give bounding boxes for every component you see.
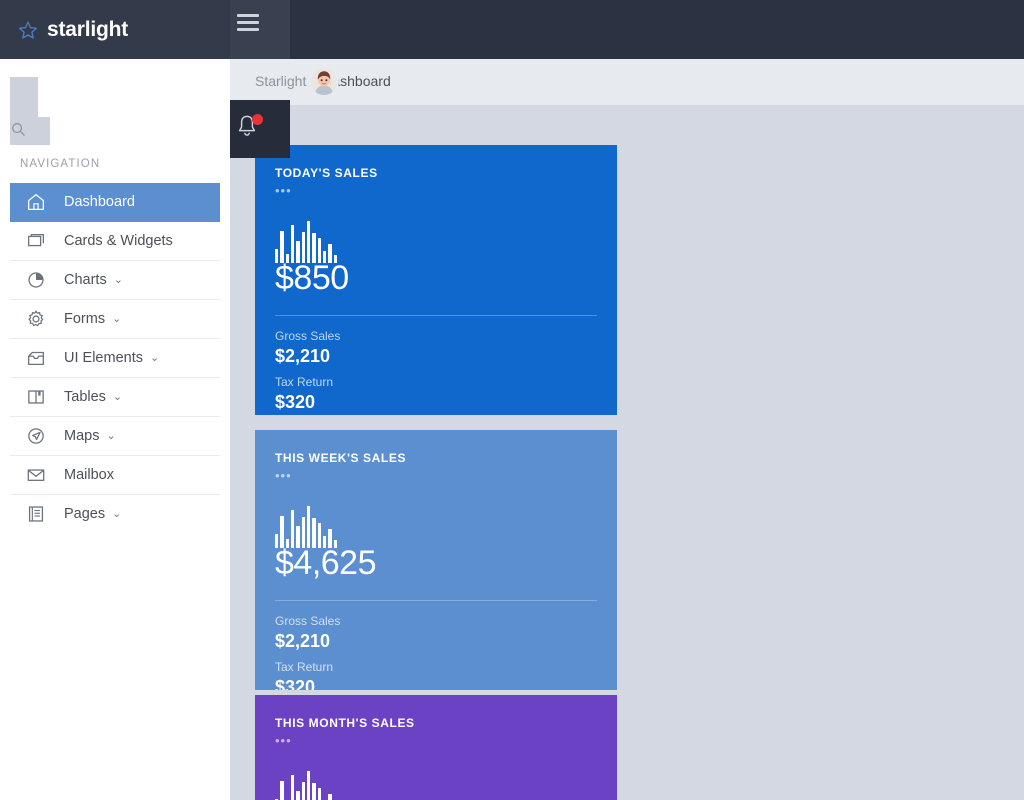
cards-icon [28, 233, 44, 247]
sidebar-item-label: Pages [64, 505, 106, 522]
content-header: Starlight / Dashboard [230, 59, 1024, 105]
hamburger-bar [237, 13, 259, 17]
sidebar-item-ui-elements[interactable]: UI Elements ⌄ [10, 339, 220, 378]
card-menu-icon[interactable]: ••• [275, 184, 597, 197]
card-title: THIS MONTH'S SALES [275, 716, 415, 730]
chevron-down-icon: ⌄ [112, 390, 123, 403]
nav-section-heading: NAVIGATION [20, 158, 101, 170]
sidebar-item-forms[interactable]: Forms ⌄ [10, 300, 220, 339]
sidebar: NAVIGATION Dashboard Cards & Widgets Cha… [0, 59, 230, 800]
top-bar: starlight [0, 0, 1024, 59]
sparkline-chart [275, 504, 337, 548]
hamburger-icon[interactable] [231, 7, 265, 37]
card-menu-icon[interactable]: ••• [275, 469, 597, 482]
chevron-down-icon: ⌄ [113, 273, 123, 286]
notification-badge [252, 114, 263, 125]
sidebar-item-label: Cards & Widgets [64, 232, 173, 249]
chevron-down-icon: ⌄ [149, 351, 160, 364]
card-divider [275, 314, 597, 316]
breadcrumb-root[interactable]: Starlight [255, 73, 306, 89]
sidebar-item-mailbox[interactable]: Mailbox [10, 456, 220, 495]
envelope-icon [27, 469, 45, 481]
search-box-upper [10, 77, 38, 117]
card-todays-sales: TODAY'S SALES ••• $850 Gross Sales $2,21… [255, 145, 617, 415]
home-icon [28, 194, 44, 210]
search-icon[interactable] [10, 121, 27, 138]
avatar-image [311, 69, 337, 95]
sparkline-chart [275, 219, 337, 263]
app-root: starlight NAVIGATION Dashboard Cards & W… [0, 0, 1024, 800]
hamburger-bar [237, 27, 259, 31]
sidebar-item-label: Mailbox [64, 466, 114, 483]
sidebar-item-charts[interactable]: Charts ⌄ [10, 261, 220, 300]
stat-label-gross-sales: Gross Sales [275, 613, 341, 628]
notification-panel[interactable] [230, 100, 290, 158]
chevron-down-icon: ⌄ [112, 507, 122, 520]
sparkline-bar [280, 781, 284, 800]
sidebar-item-cards-widgets[interactable]: Cards & Widgets [10, 222, 220, 261]
sidebar-item-tables[interactable]: Tables ⌄ [10, 378, 220, 417]
sidebar-item-pages[interactable]: Pages ⌄ [10, 495, 220, 534]
sparkline-bar [306, 771, 311, 800]
main-content: TODAY'S SALES ••• $850 Gross Sales $2,21… [230, 105, 1024, 800]
card-this-months-sales: THIS MONTH'S SALES ••• [255, 695, 617, 800]
sidebar-item-label: Maps [64, 427, 100, 444]
pie-icon [28, 272, 44, 288]
inbox-icon [28, 351, 44, 366]
sparkline-bar [301, 782, 305, 800]
sparkline-bar [296, 791, 300, 800]
star-icon [19, 20, 37, 39]
card-title: THIS WEEK'S SALES [275, 451, 407, 465]
nav-list: Dashboard Cards & Widgets Charts ⌄ Forms… [10, 183, 220, 534]
brand-zone[interactable]: starlight [0, 0, 230, 59]
sidebar-item-label: Tables [64, 388, 106, 405]
sparkline-bar [312, 783, 316, 800]
sparkline-bar [290, 775, 295, 800]
sparkline-bar [290, 225, 295, 263]
card-this-weeks-sales: THIS WEEK'S SALES ••• $4,625 Gross Sales… [255, 430, 617, 690]
card-divider [275, 599, 597, 601]
stat-label-gross-sales: Gross Sales [275, 328, 341, 343]
document-icon [28, 506, 44, 522]
chevron-down-icon: ⌄ [106, 429, 116, 442]
sidebar-item-label: Dashboard [64, 193, 135, 210]
sidebar-item-dashboard[interactable]: Dashboard [10, 183, 220, 222]
card-amount: $4,625 [275, 544, 377, 582]
chevron-down-icon: ⌄ [112, 312, 122, 325]
sparkline-bar [290, 510, 295, 548]
stat-value-gross-sales: $2,210 [275, 630, 331, 651]
sidebar-item-label: UI Elements [64, 349, 143, 366]
user-avatar[interactable] [311, 69, 337, 95]
sparkline-bar [317, 788, 321, 800]
stat-label-tax-return: Tax Return [275, 374, 334, 389]
gear-icon [28, 310, 44, 327]
sparkline-bar [306, 221, 311, 263]
stat-value-tax-return: $320 [275, 391, 316, 412]
table-icon [28, 390, 44, 404]
sparkline-bar [328, 794, 332, 800]
card-menu-icon[interactable]: ••• [275, 734, 597, 747]
sparkline-chart [275, 769, 337, 800]
stat-value-gross-sales: $2,210 [275, 345, 331, 366]
stat-label-tax-return: Tax Return [275, 659, 334, 674]
sidebar-item-maps[interactable]: Maps ⌄ [10, 417, 220, 456]
brand-name: starlight [47, 18, 129, 41]
stat-value-tax-return: $320 [275, 676, 316, 690]
sparkline-bar [306, 506, 311, 548]
card-amount: $850 [275, 259, 349, 297]
hamburger-bar [237, 20, 259, 24]
sidebar-item-label: Charts [64, 271, 107, 288]
sidebar-item-label: Forms [64, 310, 106, 327]
compass-icon [28, 428, 44, 444]
card-title: TODAY'S SALES [275, 166, 378, 180]
